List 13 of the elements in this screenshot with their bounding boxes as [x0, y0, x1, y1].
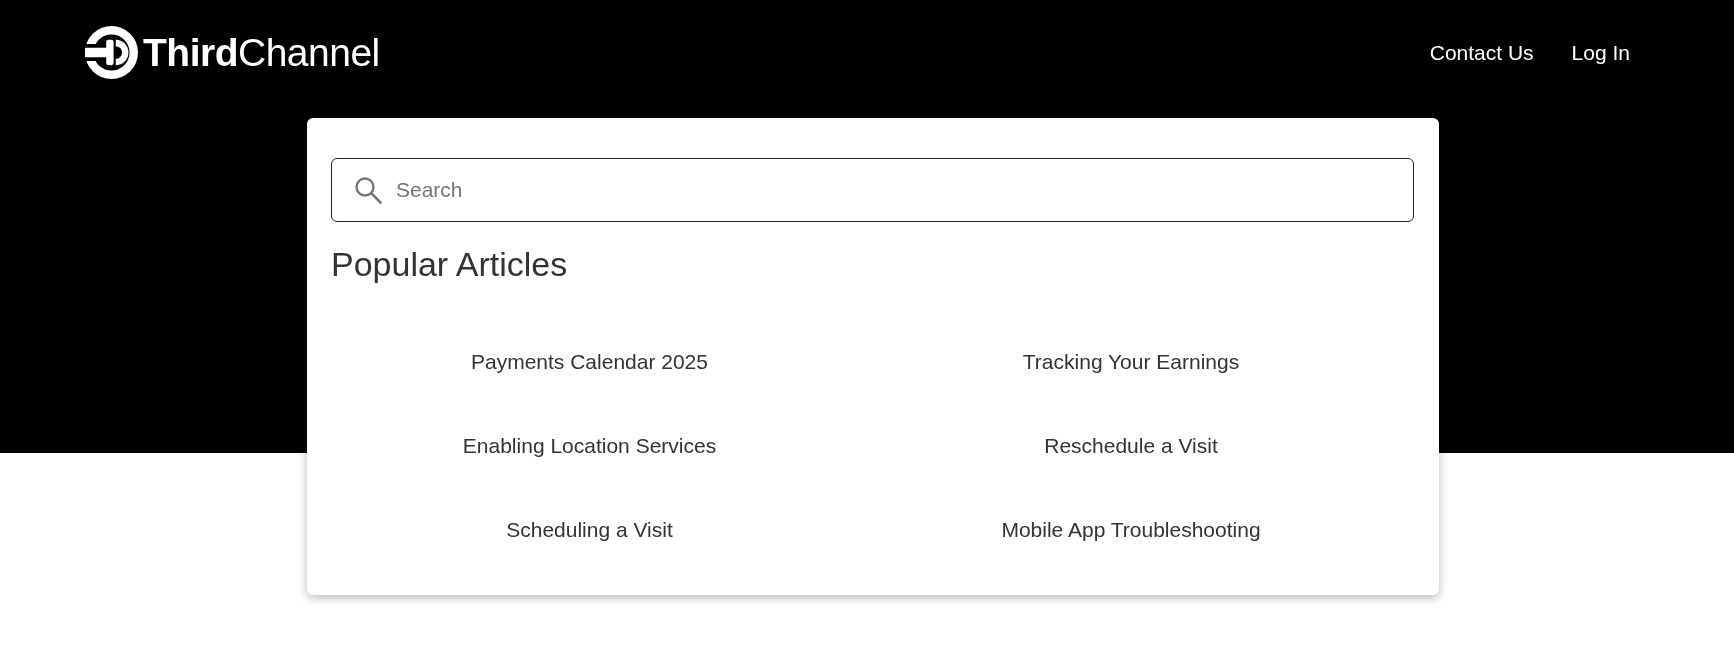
article-link[interactable]: Payments Calendar 2025 [471, 350, 708, 374]
section-heading: Popular Articles [331, 244, 569, 284]
search-field[interactable]: Search [331, 158, 1414, 222]
article-link[interactable]: Reschedule a Visit [1044, 434, 1218, 458]
article-link[interactable]: Mobile App Troubleshooting [1001, 518, 1261, 542]
article-link[interactable]: Scheduling a Visit [506, 518, 673, 542]
home-logo-link[interactable]: ThirdChannel [85, 25, 380, 79]
nav-link[interactable]: Log In [1571, 41, 1630, 65]
logo-icon [85, 25, 138, 79]
article-link[interactable]: Enabling Location Services [462, 434, 717, 458]
search-icon [354, 176, 382, 204]
article-link[interactable]: Tracking Your Earnings [1022, 350, 1240, 374]
nav-link[interactable]: Contact Us [1429, 41, 1534, 65]
